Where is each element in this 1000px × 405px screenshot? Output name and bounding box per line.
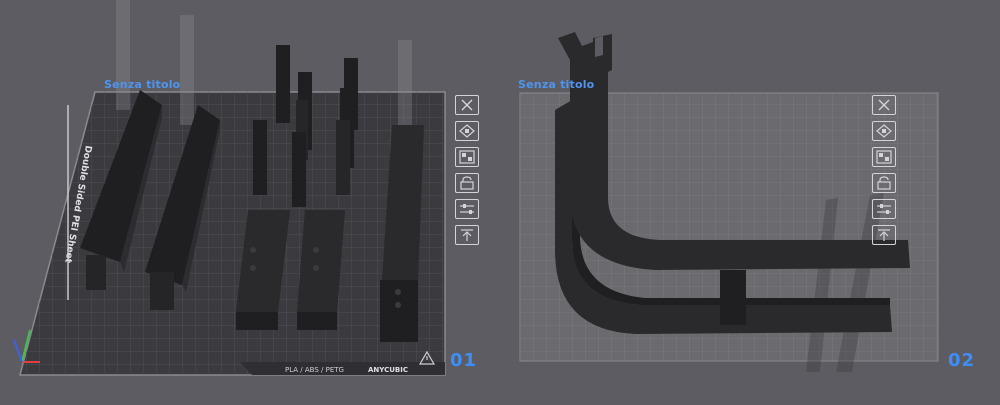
arrange-button[interactable] (872, 121, 896, 141)
filament-text: PLA / ABS / PETG (285, 366, 344, 374)
plate-title-01[interactable]: Senza titolo (104, 78, 180, 91)
lock-button[interactable] (455, 173, 479, 193)
arrange-icon (459, 124, 475, 138)
scene: Double Sided PEI Sheet PLA / ABS / PETG … (13, 0, 939, 376)
plate-settings-button[interactable] (872, 199, 896, 219)
upload-button[interactable] (455, 225, 479, 245)
close-icon (878, 99, 890, 111)
settings-sliders-icon (460, 204, 474, 214)
upload-button[interactable] (872, 225, 896, 245)
delete-plate-button[interactable] (455, 95, 479, 115)
upload-icon (878, 229, 890, 241)
plate-title-02[interactable]: Senza titolo (518, 78, 594, 91)
layout-button[interactable] (455, 147, 479, 167)
arrange-icon (876, 124, 892, 138)
plate-toolbar-02 (872, 95, 898, 251)
delete-plate-button[interactable] (872, 95, 896, 115)
layout-icon (876, 150, 892, 164)
support-post[interactable] (720, 270, 746, 325)
plate-number-01: 01 (450, 350, 478, 371)
viewport[interactable]: Double Sided PEI Sheet PLA / ABS / PETG … (0, 0, 1000, 405)
brand-text: ANYCUBIC (368, 366, 408, 374)
plate-number-02: 02 (948, 350, 976, 371)
upload-icon (461, 229, 473, 241)
lock-icon (460, 176, 474, 190)
lock-button[interactable] (872, 173, 896, 193)
close-icon (461, 99, 473, 111)
plate-01[interactable]: Double Sided PEI Sheet PLA / ABS / PETG … (13, 0, 446, 376)
plate-settings-button[interactable] (455, 199, 479, 219)
settings-sliders-icon (877, 204, 891, 214)
layout-icon (459, 150, 475, 164)
lock-icon (877, 176, 891, 190)
arrange-button[interactable] (455, 121, 479, 141)
plate-toolbar-01 (455, 95, 481, 251)
layout-button[interactable] (872, 147, 896, 167)
